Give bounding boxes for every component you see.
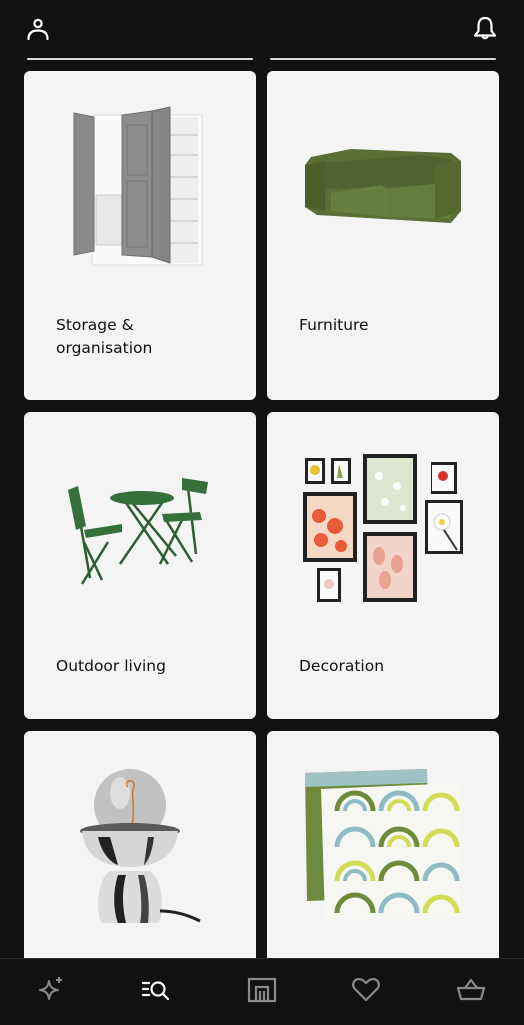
cushions-image xyxy=(305,769,461,921)
category-label: Outdoor living xyxy=(56,655,166,678)
category-label: Storage & organisation xyxy=(56,314,152,360)
category-card-lighting[interactable] xyxy=(24,731,256,971)
nav-search[interactable] xyxy=(140,973,174,1007)
category-card-outdoor[interactable]: Outdoor living xyxy=(24,412,256,719)
table-lamp-image xyxy=(80,769,201,923)
bistro-set-image xyxy=(68,478,208,585)
framed-prints-image xyxy=(303,454,463,602)
category-card-storage[interactable]: Storage & organisation xyxy=(24,71,256,400)
category-label: Decoration xyxy=(299,655,384,678)
category-label-line: Storage & xyxy=(56,316,134,334)
person-icon[interactable] xyxy=(23,14,53,44)
nav-store[interactable] xyxy=(245,973,279,1007)
category-label-line: Outdoor living xyxy=(56,657,166,675)
heart-icon xyxy=(352,977,380,1002)
sofa-image xyxy=(305,149,461,223)
search-list-icon xyxy=(141,981,170,1001)
store-icon xyxy=(247,977,277,1003)
category-card-furniture[interactable]: Furniture xyxy=(267,71,499,400)
category-label-line: Furniture xyxy=(299,316,369,334)
category-label: Furniture xyxy=(299,314,369,337)
tab-indicator-left xyxy=(27,58,253,60)
category-label-line: Decoration xyxy=(299,657,385,675)
basket-icon xyxy=(456,978,486,1001)
nav-inspiration[interactable] xyxy=(34,973,68,1007)
bell-icon[interactable] xyxy=(470,14,500,44)
top-bar xyxy=(0,0,524,60)
nav-basket[interactable] xyxy=(454,973,488,1007)
tab-indicator-right xyxy=(270,58,496,60)
bottom-navigation xyxy=(0,958,524,1025)
sparkle-icon xyxy=(39,977,62,1000)
wardrobe-image xyxy=(73,106,203,266)
category-card-textiles[interactable] xyxy=(267,731,499,971)
category-card-decoration[interactable]: Decoration xyxy=(267,412,499,719)
category-label-line: organisation xyxy=(56,339,153,357)
nav-favourites[interactable] xyxy=(349,973,383,1007)
